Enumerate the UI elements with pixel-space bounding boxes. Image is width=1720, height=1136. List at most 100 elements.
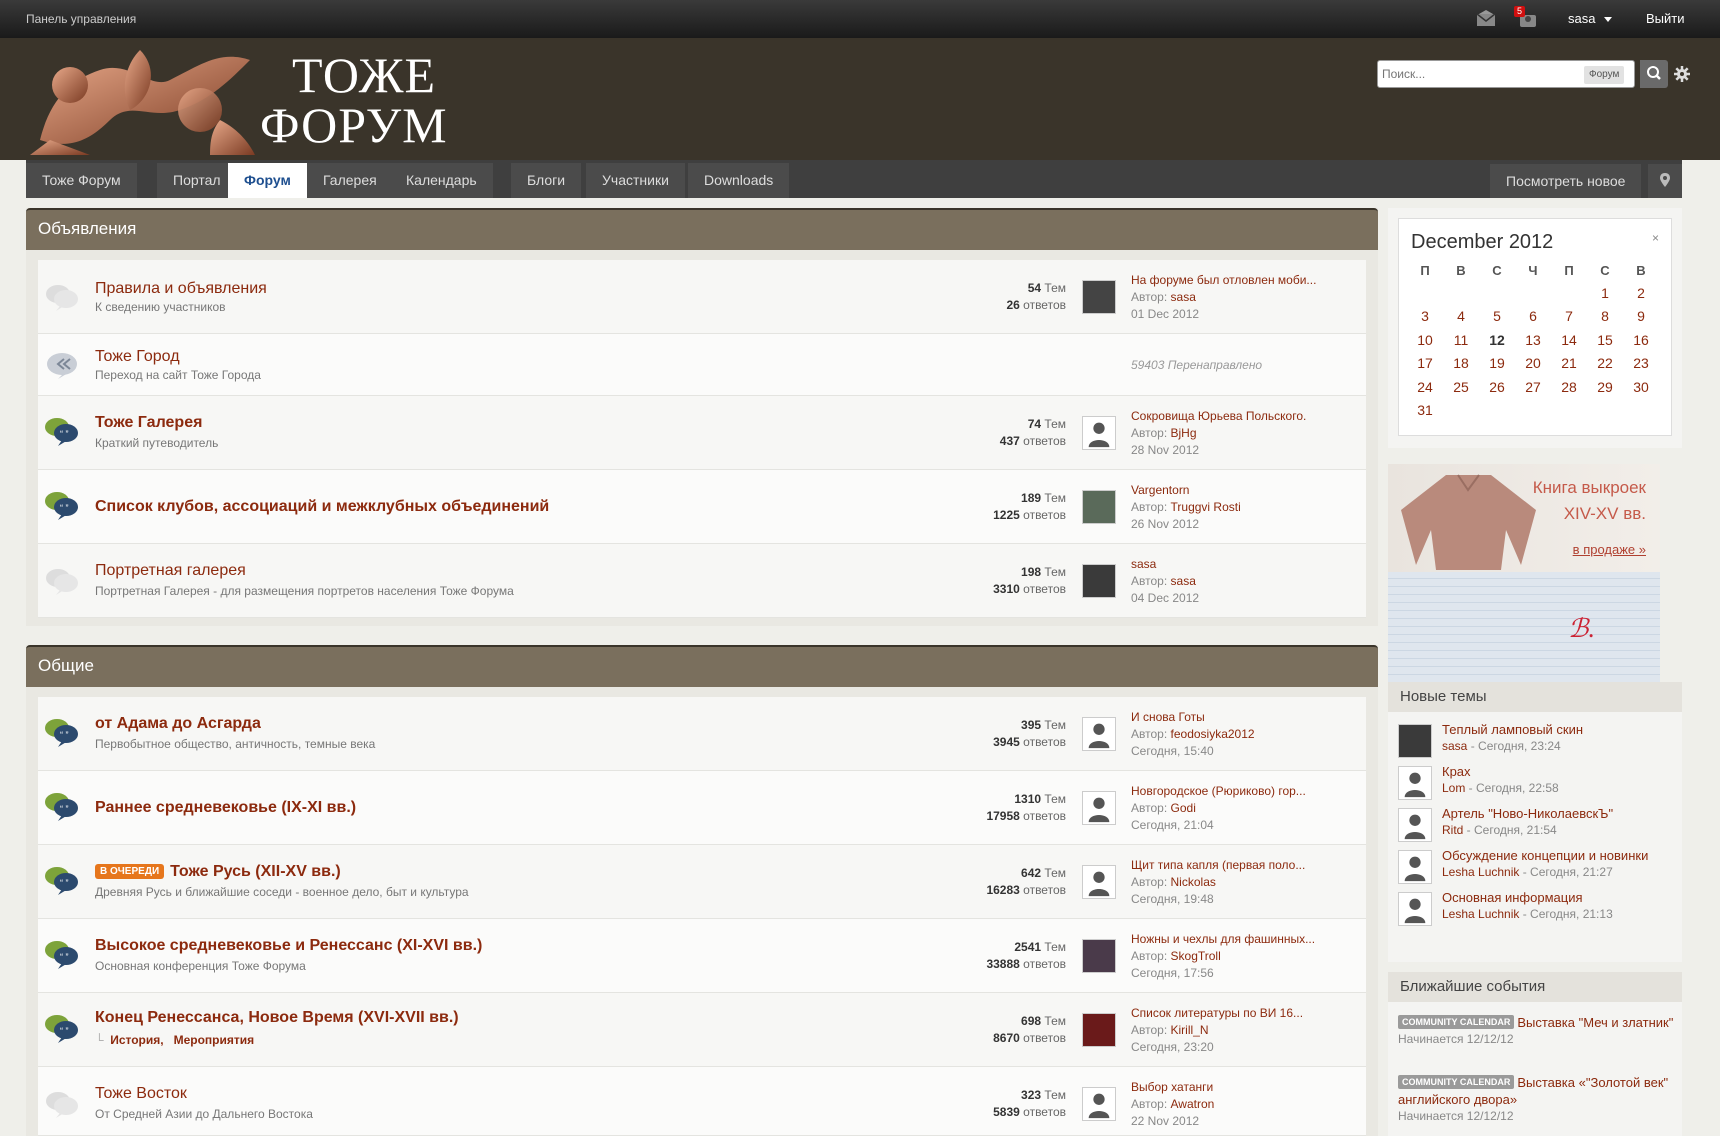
- calendar-day[interactable]: 5: [1479, 305, 1515, 329]
- calendar-day[interactable]: 15: [1587, 328, 1623, 352]
- calendar-day[interactable]: 12: [1479, 328, 1515, 352]
- avatar[interactable]: [1398, 766, 1432, 800]
- forum-title[interactable]: Портретная галерея: [95, 562, 246, 580]
- calendar-day[interactable]: 22: [1587, 352, 1623, 376]
- calendar-day[interactable]: 1: [1587, 281, 1623, 305]
- avatar[interactable]: [1082, 865, 1116, 899]
- last-post-author[interactable]: feodosiyka2012: [1171, 727, 1255, 741]
- last-post-title[interactable]: Выбор хатанги: [1131, 1079, 1361, 1096]
- new-topic-author[interactable]: Lesha Luchnik: [1442, 907, 1519, 921]
- forum-unread-icon[interactable]: “ ”: [44, 791, 80, 821]
- forum-title[interactable]: Тоже Галерея: [95, 414, 202, 432]
- forum-read-icon[interactable]: [44, 1089, 80, 1119]
- calendar-day[interactable]: 6: [1515, 305, 1551, 329]
- forum-read-icon[interactable]: [44, 282, 80, 312]
- forum-redirect-icon[interactable]: [44, 350, 80, 380]
- forum-title[interactable]: Список клубов, ассоциаций и межклубных о…: [95, 498, 549, 516]
- gear-icon[interactable]: [1674, 66, 1690, 82]
- subforum-link[interactable]: История: [110, 1033, 160, 1047]
- last-post-title[interactable]: Vargentorn: [1131, 482, 1361, 499]
- tab-members[interactable]: Участники: [586, 163, 685, 198]
- tab-toje-forum[interactable]: Тоже Форум: [26, 163, 137, 198]
- calendar-day[interactable]: 2: [1623, 281, 1659, 305]
- envelope-icon[interactable]: [1476, 10, 1496, 27]
- calendar-day[interactable]: 29: [1587, 375, 1623, 399]
- forum-unread-icon[interactable]: “ ”: [44, 1013, 80, 1043]
- avatar[interactable]: [1398, 808, 1432, 842]
- avatar[interactable]: [1398, 850, 1432, 884]
- last-post-author[interactable]: Nickolas: [1171, 875, 1216, 889]
- last-post-title[interactable]: Щит типа капля (первая поло...: [1131, 857, 1361, 874]
- search-input[interactable]: [1382, 65, 1560, 83]
- calendar-day[interactable]: 20: [1515, 352, 1551, 376]
- new-topic-title[interactable]: Обсуждение концепции и новинки: [1442, 848, 1648, 863]
- forum-title[interactable]: Правила и объявления: [95, 280, 267, 298]
- view-new-content-button[interactable]: Посмотреть новое: [1490, 164, 1642, 198]
- last-post-author[interactable]: Kirill_N: [1171, 1023, 1209, 1037]
- calendar-day[interactable]: 10: [1407, 328, 1443, 352]
- forum-read-icon[interactable]: [44, 566, 80, 596]
- last-post-title[interactable]: Сокровища Юрьева Польского.: [1131, 408, 1361, 425]
- calendar-day[interactable]: 18: [1443, 352, 1479, 376]
- avatar[interactable]: [1082, 1087, 1116, 1121]
- avatar[interactable]: [1398, 724, 1432, 758]
- site-logo[interactable]: ТОЖЕ ФОРУМ: [30, 38, 460, 160]
- last-post-author[interactable]: Truggvi Rosti: [1171, 500, 1241, 514]
- calendar-day[interactable]: 4: [1443, 305, 1479, 329]
- calendar-day[interactable]: 14: [1551, 328, 1587, 352]
- calendar-day[interactable]: 28: [1551, 375, 1587, 399]
- tab-blogs[interactable]: Блоги: [511, 163, 582, 198]
- forum-unread-icon[interactable]: “ ”: [44, 416, 80, 446]
- avatar[interactable]: [1082, 416, 1116, 450]
- close-icon[interactable]: ×: [1652, 231, 1659, 245]
- new-topic-author[interactable]: Ritd: [1442, 823, 1463, 837]
- last-post-title[interactable]: И снова Готы: [1131, 709, 1361, 726]
- avatar[interactable]: [1082, 490, 1116, 524]
- last-post-author[interactable]: Awatron: [1171, 1097, 1215, 1111]
- event-title[interactable]: Выставка "Меч и златник": [1517, 1015, 1673, 1030]
- forum-title[interactable]: Тоже Город: [95, 348, 180, 366]
- forum-title[interactable]: Тоже Восток: [95, 1085, 187, 1103]
- calendar-day[interactable]: 26: [1479, 375, 1515, 399]
- last-post-author[interactable]: sasa: [1171, 290, 1196, 304]
- last-post-author[interactable]: Godi: [1171, 801, 1196, 815]
- avatar[interactable]: [1082, 791, 1116, 825]
- search-scope-button[interactable]: Форум: [1584, 66, 1625, 84]
- calendar-day[interactable]: 16: [1623, 328, 1659, 352]
- new-topic-author[interactable]: sasa: [1442, 739, 1467, 753]
- forum-unread-icon[interactable]: “ ”: [44, 865, 80, 895]
- calendar-day[interactable]: 30: [1623, 375, 1659, 399]
- calendar-day[interactable]: 17: [1407, 352, 1443, 376]
- ad-banner[interactable]: Книга выкроек XIV-XV вв. в продаже » ℬ.: [1388, 464, 1660, 682]
- last-post-title[interactable]: Список литературы по ВИ 16...: [1131, 1005, 1361, 1022]
- calendar-day[interactable]: 13: [1515, 328, 1551, 352]
- search-button[interactable]: [1640, 60, 1668, 88]
- location-pin-button[interactable]: [1648, 164, 1682, 198]
- tab-forum[interactable]: Форум: [228, 163, 307, 198]
- logout-link[interactable]: Выйти: [1646, 11, 1685, 26]
- avatar[interactable]: [1082, 280, 1116, 314]
- forum-title[interactable]: Тоже Русь (XII-XV вв.): [170, 863, 341, 880]
- forum-title[interactable]: Конец Ренессанса, Новое Время (XVI-XVII …: [95, 1009, 459, 1027]
- forum-unread-icon[interactable]: “ ”: [44, 717, 80, 747]
- calendar-day[interactable]: 25: [1443, 375, 1479, 399]
- calendar-day[interactable]: 8: [1587, 305, 1623, 329]
- control-panel-link[interactable]: Панель управления: [26, 12, 136, 26]
- forum-unread-icon[interactable]: “ ”: [44, 490, 80, 520]
- calendar-day[interactable]: 31: [1407, 399, 1443, 423]
- avatar[interactable]: [1082, 939, 1116, 973]
- forum-title[interactable]: Раннее средневековье (IX-XI вв.): [95, 799, 356, 817]
- calendar-day[interactable]: 21: [1551, 352, 1587, 376]
- calendar-day[interactable]: 11: [1443, 328, 1479, 352]
- forum-title[interactable]: Высокое средневековье и Ренессанс (XI-XV…: [95, 937, 482, 955]
- calendar-day[interactable]: 27: [1515, 375, 1551, 399]
- category-header-announcements[interactable]: Объявления: [26, 208, 1378, 250]
- last-post-author[interactable]: sasa: [1171, 574, 1196, 588]
- last-post-title[interactable]: На форуме был отловлен моби...: [1131, 272, 1361, 289]
- chevron-down-icon[interactable]: [1604, 17, 1612, 22]
- calendar-day[interactable]: 9: [1623, 305, 1659, 329]
- forum-title[interactable]: от Адама до Асгарда: [95, 715, 261, 733]
- new-topic-title[interactable]: Артель "Ново-НиколаевскЪ": [1442, 806, 1613, 821]
- calendar-month[interactable]: December 2012: [1411, 231, 1553, 254]
- user-menu[interactable]: sasa: [1568, 11, 1595, 26]
